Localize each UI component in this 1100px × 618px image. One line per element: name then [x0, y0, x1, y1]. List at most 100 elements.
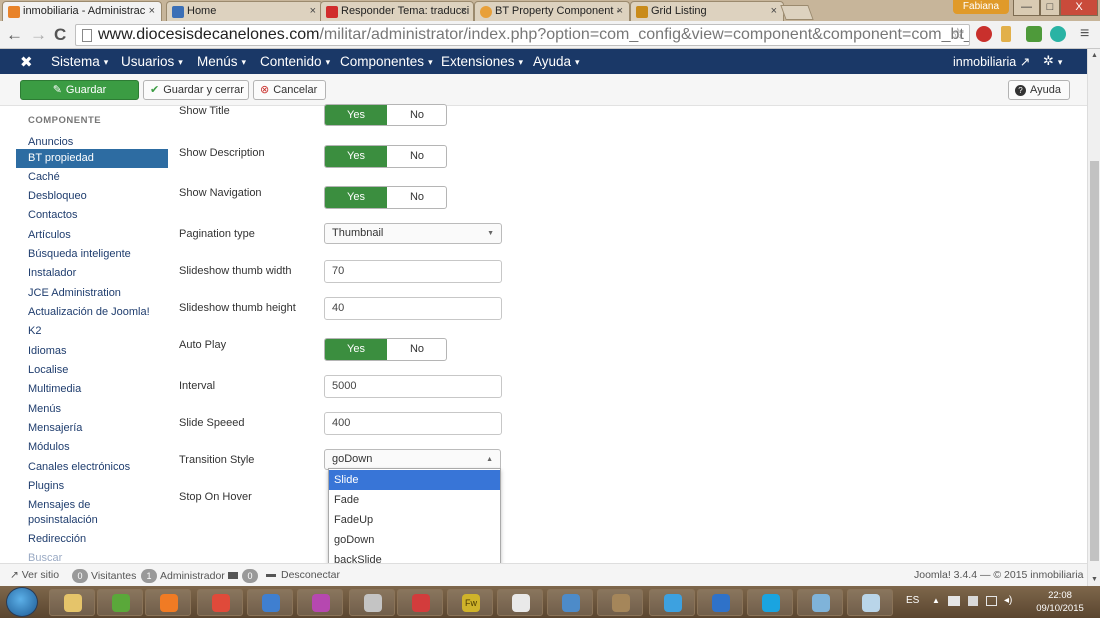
auto-play-toggle[interactable]: Yes No [324, 338, 447, 361]
yes-option[interactable]: Yes [325, 105, 387, 125]
reload-icon[interactable]: C [54, 25, 66, 45]
sidebar-item-mensajeria[interactable]: Mensajería [16, 419, 168, 438]
taskbar-app-button[interactable] [697, 589, 743, 616]
messages-indicator[interactable]: 0 [228, 569, 261, 583]
opera-extension-icon[interactable] [976, 26, 992, 42]
key-extension-icon[interactable] [1001, 26, 1011, 42]
scroll-down-icon[interactable]: ▼ [1091, 576, 1098, 583]
taskbar-app-button[interactable] [197, 589, 243, 616]
pen-extension-icon[interactable] [1026, 26, 1042, 42]
restore-button[interactable]: □ [1040, 0, 1060, 16]
yes-option[interactable]: Yes [325, 339, 387, 360]
no-option[interactable]: No [387, 187, 446, 208]
slideshow-thumb-height-input[interactable]: 40 [324, 297, 502, 320]
display-tray-icon[interactable] [986, 596, 997, 606]
menu-usuarios[interactable]: Usuarios ▾ [121, 54, 183, 69]
save-button[interactable]: ✎ Guardar [20, 80, 139, 100]
menu-sistema[interactable]: Sistema ▾ [51, 54, 108, 69]
save-and-close-button[interactable]: ✔ Guardar y cerrar [143, 80, 249, 100]
sidebar-item-localise[interactable]: Localise [16, 361, 168, 380]
volume-icon[interactable]: ◂) [1004, 595, 1012, 606]
help-button[interactable]: ? Ayuda [1008, 80, 1070, 100]
browser-user-badge[interactable]: Fabiana [953, 0, 1009, 14]
network-tray-icon[interactable] [948, 596, 960, 606]
sidebar-item-cache[interactable]: Caché [16, 168, 168, 187]
taskbar-app-button[interactable] [497, 589, 543, 616]
taskbar-app-button[interactable] [97, 589, 143, 616]
menu-ayuda[interactable]: Ayuda ▾ [533, 54, 580, 69]
dropdown-option-godown[interactable]: goDown [329, 530, 500, 550]
taskbar-app-button[interactable] [747, 589, 793, 616]
taskbar-app-button[interactable] [797, 589, 843, 616]
language-indicator[interactable]: ES [906, 595, 919, 606]
browser-tab[interactable]: Responder Tema: traducci × [320, 1, 474, 21]
browser-menu-icon[interactable]: ≡ [1080, 25, 1089, 43]
show-navigation-toggle[interactable]: Yes No [324, 186, 447, 209]
taskbar-app-button[interactable] [297, 589, 343, 616]
close-icon[interactable]: × [617, 5, 623, 17]
logout-link[interactable]: Desconectar [266, 569, 340, 581]
sidebar-item-menus[interactable]: Menús [16, 400, 168, 419]
sidebar-item-redireccion[interactable]: Redirección [16, 530, 168, 549]
no-option[interactable]: No [387, 339, 446, 360]
slide-speed-input[interactable]: 400 [324, 412, 502, 435]
browser-tab[interactable]: Home × [166, 1, 323, 21]
sidebar-item-posinstalacion[interactable]: posinstalación [16, 511, 168, 530]
interval-input[interactable]: 5000 [324, 375, 502, 398]
sidebar-item-multimedia[interactable]: Multimedia [16, 380, 168, 399]
sidebar-item-idiomas[interactable]: Idiomas [16, 342, 168, 361]
no-option[interactable]: No [387, 146, 446, 167]
close-icon[interactable]: × [310, 5, 316, 17]
taskbar-app-button[interactable] [397, 589, 443, 616]
yes-option[interactable]: Yes [325, 187, 387, 208]
taskbar-app-button[interactable] [49, 589, 95, 616]
settings-gear-icon[interactable]: ✲ ▾ [1043, 53, 1062, 69]
sidebar-item-modulos[interactable]: Módulos [16, 438, 168, 457]
close-icon[interactable]: × [461, 5, 467, 17]
sidebar-item-contactos[interactable]: Contactos [16, 206, 168, 225]
dropdown-option-slide[interactable]: Slide [329, 470, 500, 490]
taskbar-app-button[interactable] [145, 589, 191, 616]
taskbar-app-button[interactable] [847, 589, 893, 616]
taskbar-app-button[interactable] [649, 589, 695, 616]
close-icon[interactable]: × [149, 5, 155, 17]
forward-arrow-icon[interactable]: → [30, 25, 47, 45]
browser-tab[interactable]: BT Property Component - × [474, 1, 630, 21]
browser-tab[interactable]: Grid Listing × [630, 1, 784, 21]
sidebar-item-bt-propiedad[interactable]: BT propiedad [16, 149, 168, 168]
sync-extension-icon[interactable] [1050, 26, 1066, 42]
sidebar-item-canales-electronicos[interactable]: Canales electrónicos [16, 458, 168, 477]
yes-option[interactable]: Yes [325, 146, 387, 167]
transition-style-select[interactable]: goDown ▲ [324, 449, 501, 470]
sidebar-item-jce-administration[interactable]: JCE Administration [16, 284, 168, 303]
taskbar-clock[interactable]: 22:08 09/10/2015 [1030, 589, 1090, 615]
visitors-indicator[interactable]: 0 Visitantes [72, 569, 136, 583]
show-title-toggle[interactable]: Yes No [324, 104, 447, 126]
sidebar-item-desbloqueo[interactable]: Desbloqueo [16, 187, 168, 206]
start-button[interactable] [6, 587, 38, 617]
sidebar-item-actualizacion[interactable]: Actualización de Joomla! [16, 303, 168, 322]
menu-menus[interactable]: Menús ▾ [197, 54, 246, 69]
page-scrollbar[interactable]: ▲ ▼ [1087, 49, 1100, 586]
minimize-button[interactable]: — [1013, 0, 1040, 16]
cancel-button[interactable]: ⊗ Cancelar [253, 80, 326, 100]
sidebar-item-articulos[interactable]: Artículos [16, 226, 168, 245]
view-site-link[interactable]: ↗ Ver sitio [10, 569, 59, 581]
taskbar-app-button[interactable] [597, 589, 643, 616]
tray-expand-icon[interactable]: ▲ [932, 596, 940, 605]
taskbar-app-button[interactable] [247, 589, 293, 616]
site-link[interactable]: inmobiliaria ↗ [953, 54, 1030, 69]
joomla-logo-icon[interactable]: ✖ [20, 53, 33, 71]
menu-extensiones[interactable]: Extensiones ▾ [441, 54, 523, 69]
sidebar-item-k2[interactable]: K2 [16, 322, 168, 341]
menu-componentes[interactable]: Componentes ▾ [340, 54, 433, 69]
back-arrow-icon[interactable]: ← [6, 25, 23, 45]
scroll-up-icon[interactable]: ▲ [1091, 52, 1098, 59]
sidebar-item-instalador[interactable]: Instalador [16, 264, 168, 283]
dropdown-option-fadeup[interactable]: FadeUp [329, 510, 500, 530]
scrollbar-thumb[interactable] [1090, 161, 1099, 561]
sidebar-item-plugins[interactable]: Plugins [16, 477, 168, 496]
browser-tab[interactable]: inmobiliaria - Administrac × [2, 1, 162, 21]
url-input[interactable]: www.diocesisdecanelones.com/militar/admi… [75, 24, 970, 46]
taskbar-app-button[interactable] [547, 589, 593, 616]
